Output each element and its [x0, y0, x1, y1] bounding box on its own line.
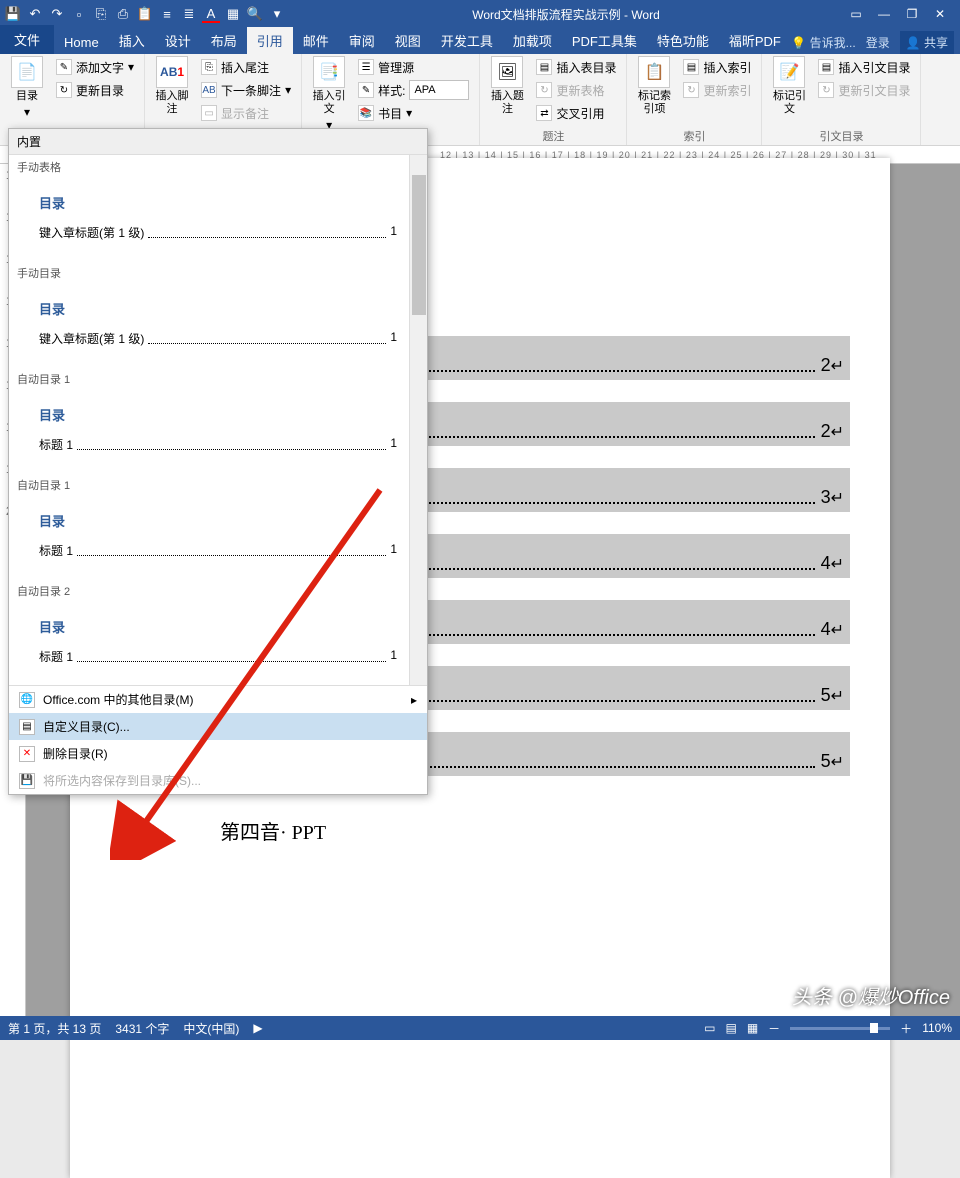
group-toa: 📝标记引文 ▤插入引文目录 ↻更新引文目录 引文目录 [762, 54, 921, 145]
menu-custom-toc[interactable]: ▤自定义目录(C)... [9, 713, 427, 740]
toc-dropdown: 内置 手动表格 目录 键入章标题(第 1 级)1 手动目录 目录 键入章标题(第… [8, 128, 428, 795]
group-captions: 🖼插入题注 ▤插入表目录 ↻更新表格 ⇄交叉引用 题注 [480, 54, 627, 145]
toc-button[interactable]: 📄目录▾ [6, 56, 48, 119]
menu-save-toc: 💾将所选内容保存到目录库(S)... [9, 767, 427, 794]
toc-preview-auto2[interactable]: 目录 标题 11 [19, 607, 417, 675]
update-table-button[interactable]: ↻更新表格 [532, 79, 620, 101]
watermark: 头条 @爆炒Office [792, 981, 950, 1010]
toc-preview-auto1b[interactable]: 目录 标题 11 [19, 501, 417, 569]
print-icon[interactable]: ⎙ [114, 5, 132, 23]
cross-ref-button[interactable]: ⇄交叉引用 [532, 102, 620, 124]
status-words[interactable]: 3431 个字 [115, 1020, 169, 1037]
view-web-icon[interactable]: ▦ [747, 1021, 758, 1035]
minimize-icon[interactable]: — [874, 4, 894, 24]
restore-icon[interactable]: ❐ [902, 4, 922, 24]
tab-mailings[interactable]: 邮件 [293, 27, 339, 54]
ribbon-opts-icon[interactable]: ▭ [846, 4, 866, 24]
show-notes-button[interactable]: ▭显示备注 [197, 102, 295, 124]
toc-gallery[interactable]: 手动表格 目录 键入章标题(第 1 级)1 手动目录 目录 键入章标题(第 1 … [9, 155, 427, 685]
tab-insert[interactable]: 插入 [109, 27, 155, 54]
tab-addins[interactable]: 加载项 [503, 27, 562, 54]
add-text-button[interactable]: ✎添加文字 ▾ [52, 56, 138, 78]
zoom-out-button[interactable]: － [768, 1020, 780, 1037]
insert-tof-button[interactable]: ▤插入表目录 [532, 56, 620, 78]
insert-index-button[interactable]: ▤插入索引 [679, 56, 755, 78]
redo-icon[interactable]: ↷ [48, 5, 66, 23]
qat-more-icon[interactable]: ▾ [268, 5, 286, 23]
tab-view[interactable]: 视图 [385, 27, 431, 54]
fontcolor-icon[interactable]: A [202, 5, 220, 23]
status-bar: 第 1 页，共 13 页 3431 个字 中文(中国) ▶ ▭ ▤ ▦ － ＋ … [0, 1016, 960, 1040]
open-icon[interactable]: ⎘ [92, 5, 110, 23]
insert-endnote-button[interactable]: ⎘插入尾注 [197, 56, 295, 78]
dd-header: 内置 [9, 129, 427, 155]
status-lang[interactable]: 中文(中国) [183, 1020, 239, 1037]
ribbon-tabs: 文件 Home 插入 设计 布局 引用 邮件 审阅 视图 开发工具 加载项 PD… [0, 28, 960, 54]
style-combo[interactable]: ✎样式:APA [354, 79, 473, 101]
close-icon[interactable]: ✕ [930, 4, 950, 24]
bibliography-button[interactable]: 📚书目 ▾ [354, 102, 473, 124]
toc-preview-manual-table[interactable]: 目录 键入章标题(第 1 级)1 [19, 183, 417, 251]
view-print-icon[interactable]: ▤ [725, 1021, 736, 1035]
tab-design[interactable]: 设计 [155, 27, 201, 54]
toc-preview-auto1[interactable]: 目录 标题 11 [19, 395, 417, 463]
chapter-heading[interactable]: 第四音· PPT [220, 816, 850, 845]
window-title: Word文档排版流程实战示例 - Word [286, 6, 846, 23]
tab-home[interactable]: Home [54, 31, 109, 54]
update-index-button[interactable]: ↻更新索引 [679, 79, 755, 101]
gallery-scrollbar[interactable] [409, 155, 427, 685]
group-index: 📋标记索引项 ▤插入索引 ↻更新索引 索引 [627, 54, 762, 145]
find-icon[interactable]: 🔍 [246, 5, 264, 23]
tab-features[interactable]: 特色功能 [647, 27, 719, 54]
tab-references[interactable]: 引用 [247, 27, 293, 54]
tab-review[interactable]: 审阅 [339, 27, 385, 54]
zoom-value[interactable]: 110% [922, 1021, 952, 1035]
quick-access-toolbar: 💾 ↶ ↷ ▫ ⎘ ⎙ 📋 ≡ ≣ A ▦ 🔍 ▾ [4, 5, 286, 23]
zoom-in-button[interactable]: ＋ [900, 1020, 912, 1037]
toc-preview-manual[interactable]: 目录 键入章标题(第 1 级)1 [19, 289, 417, 357]
list-icon[interactable]: ≣ [180, 5, 198, 23]
view-read-icon[interactable]: ▭ [704, 1021, 715, 1035]
tab-file[interactable]: 文件 [0, 25, 54, 54]
insert-citation-button[interactable]: 📑插入引文▾ [308, 56, 350, 132]
undo-icon[interactable]: ↶ [26, 5, 44, 23]
menu-remove-toc[interactable]: ✕删除目录(R) [9, 740, 427, 767]
status-macro-icon[interactable]: ▶ [253, 1021, 262, 1035]
save-icon[interactable]: 💾 [4, 5, 22, 23]
tab-foxit[interactable]: 福昕PDF [719, 27, 791, 54]
align-icon[interactable]: ≡ [158, 5, 176, 23]
tab-layout[interactable]: 布局 [201, 27, 247, 54]
login-link[interactable]: 登录 [866, 34, 890, 51]
new-icon[interactable]: ▫ [70, 5, 88, 23]
update-toa-button[interactable]: ↻更新引文目录 [814, 79, 914, 101]
insert-caption-button[interactable]: 🖼插入题注 [486, 56, 528, 116]
zoom-slider[interactable] [790, 1027, 890, 1030]
next-footnote-button[interactable]: AB下一条脚注 ▾ [197, 79, 295, 101]
mark-citation-button[interactable]: 📝标记引文 [768, 56, 810, 116]
mark-index-button[interactable]: 📋标记索引项 [633, 56, 675, 116]
table-icon[interactable]: ▦ [224, 5, 242, 23]
tell-me[interactable]: 💡 告诉我... [791, 34, 855, 51]
insert-toa-button[interactable]: ▤插入引文目录 [814, 56, 914, 78]
manage-sources-button[interactable]: ☰管理源 [354, 56, 473, 78]
tab-devtools[interactable]: 开发工具 [431, 27, 503, 54]
share-button[interactable]: 👤 共享 [900, 31, 954, 54]
menu-office-more[interactable]: 🌐Office.com 中的其他目录(M)▸ [9, 686, 427, 713]
dd-menu: 🌐Office.com 中的其他目录(M)▸ ▤自定义目录(C)... ✕删除目… [9, 685, 427, 794]
tab-pdftools[interactable]: PDF工具集 [562, 27, 647, 54]
title-bar: 💾 ↶ ↷ ▫ ⎘ ⎙ 📋 ≡ ≣ A ▦ 🔍 ▾ Word文档排版流程实战示例… [0, 0, 960, 28]
insert-footnote-button[interactable]: AB1插入脚注 [151, 56, 193, 116]
paste-icon[interactable]: 📋 [136, 5, 154, 23]
status-page[interactable]: 第 1 页，共 13 页 [8, 1020, 101, 1037]
update-toc-button[interactable]: ↻更新目录 [52, 79, 138, 101]
